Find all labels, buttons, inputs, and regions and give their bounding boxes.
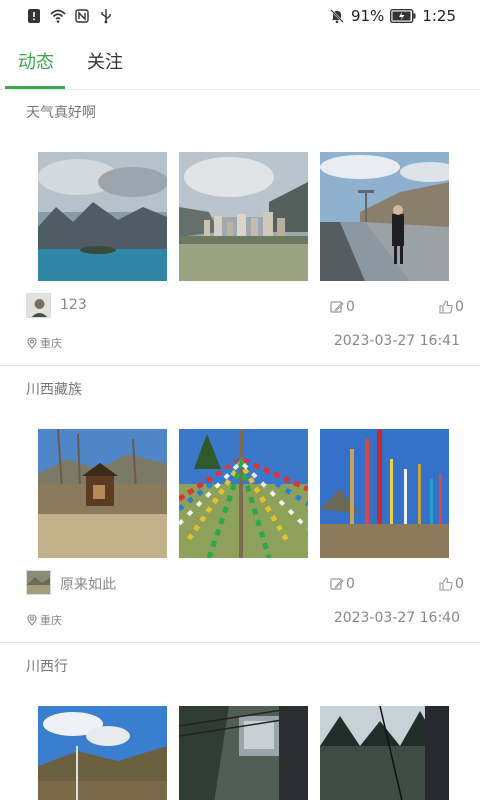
nfc-icon [74, 8, 90, 24]
post-photo[interactable] [38, 706, 167, 800]
thumbs-up-icon [439, 577, 453, 591]
post-divider [0, 642, 480, 643]
post-photo[interactable] [320, 706, 449, 800]
post-title: 川西藏族 [26, 382, 82, 398]
post-photo[interactable] [179, 429, 308, 558]
comment-stat[interactable]: 0 [330, 299, 355, 315]
wifi-icon [50, 8, 66, 24]
location: 重庆 [26, 335, 62, 351]
like-stat[interactable]: 0 [439, 576, 464, 592]
battery-percent: 91% [350, 7, 385, 25]
post-photo[interactable] [179, 152, 308, 281]
post-photo[interactable] [38, 429, 167, 558]
usb-icon [98, 8, 114, 24]
avatar[interactable] [26, 570, 51, 595]
post-title: 天气真好啊 [26, 105, 96, 121]
post-card[interactable]: 天气真好啊 123 0 0 重庆 2023-03-27 16:41 [0, 90, 480, 366]
post-timestamp: 2023-03-27 16:41 [333, 333, 460, 349]
post-photo[interactable] [179, 706, 308, 800]
location-label: 重庆 [40, 337, 62, 350]
post-card[interactable]: 川西藏族 原来如此 0 0 重庆 2023-03-27 16:40 [0, 367, 480, 643]
edit-comment-icon [330, 578, 344, 590]
location-label: 重庆 [40, 614, 62, 627]
post-title: 川西行 [26, 659, 68, 675]
post-divider [0, 365, 480, 366]
post-card[interactable]: 川西行 [0, 644, 480, 800]
post-photo[interactable] [320, 152, 449, 281]
comment-stat[interactable]: 0 [330, 576, 355, 592]
location: 重庆 [26, 612, 62, 628]
edit-comment-icon [330, 301, 344, 313]
user-name[interactable]: 原来如此 [60, 574, 116, 594]
clock: 1:25 [422, 7, 456, 25]
comment-count: 0 [346, 299, 355, 315]
tab-following[interactable]: 关注 [87, 48, 123, 74]
post-photo[interactable] [320, 429, 449, 558]
battery-icon [390, 8, 416, 24]
post-photo[interactable] [38, 152, 167, 281]
status-bar: 91% 1:25 [0, 0, 480, 32]
like-count: 0 [455, 576, 464, 592]
comment-count: 0 [346, 576, 355, 592]
mute-bell-icon [329, 8, 345, 24]
post-timestamp: 2023-03-27 16:40 [333, 610, 460, 626]
thumbs-up-icon [439, 300, 453, 314]
user-name[interactable]: 123 [60, 297, 87, 313]
location-pin-icon [27, 614, 37, 626]
tab-dynamics[interactable]: 动态 [18, 48, 54, 74]
location-pin-icon [27, 337, 37, 349]
like-stat[interactable]: 0 [439, 299, 464, 315]
tab-bar: 动态 关注 [0, 32, 480, 90]
avatar[interactable] [26, 293, 51, 318]
alert-icon [26, 8, 42, 24]
like-count: 0 [455, 299, 464, 315]
